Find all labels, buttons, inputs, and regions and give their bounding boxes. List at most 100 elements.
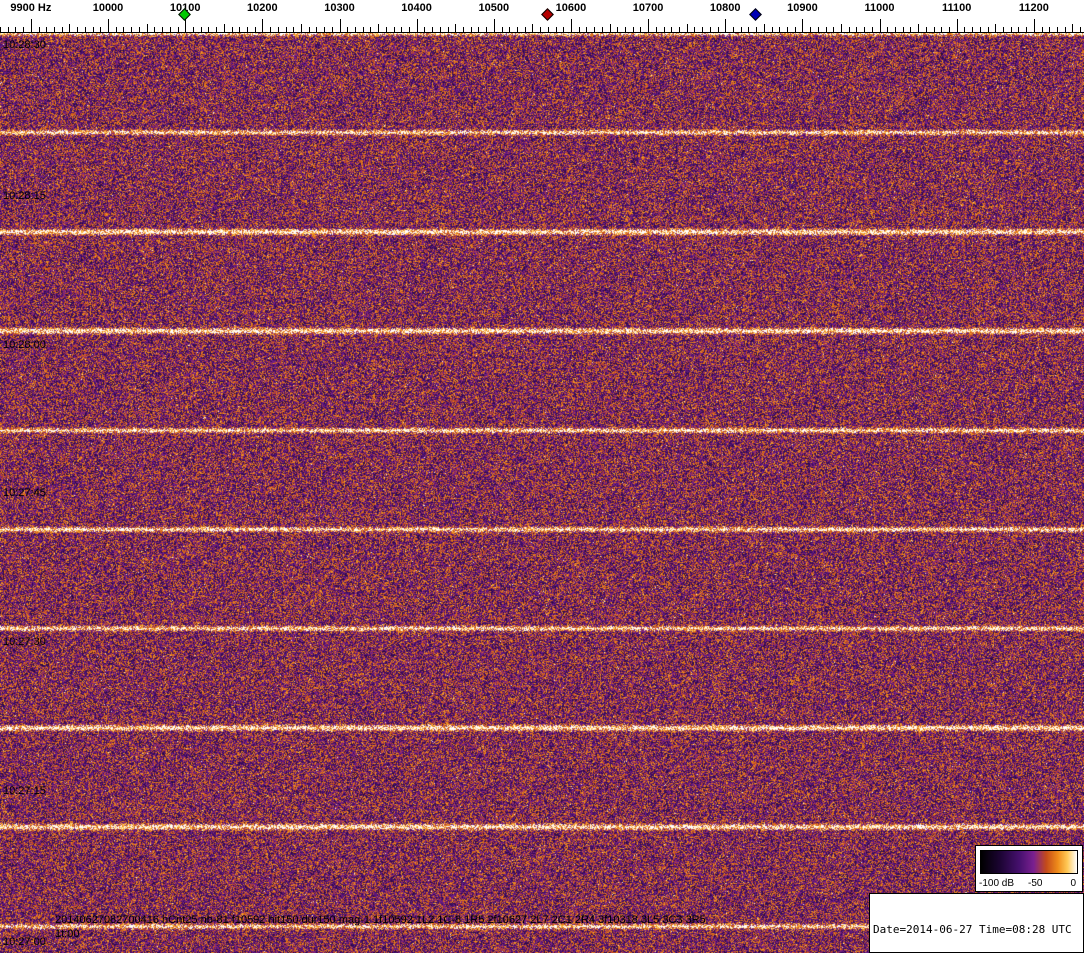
color-scale-legend: -100 dB -50 0 xyxy=(975,845,1083,892)
freq-tick xyxy=(131,27,133,32)
freq-tick xyxy=(779,27,781,32)
freq-tick xyxy=(702,27,704,32)
time-label: 1t:00 xyxy=(55,928,80,940)
freq-tick xyxy=(401,27,403,32)
freq-tick xyxy=(879,19,881,32)
frequency-ruler[interactable]: 9900 Hz100001010010200103001040010500106… xyxy=(0,0,1084,33)
freq-tick xyxy=(570,19,572,32)
freq-tick xyxy=(1010,27,1012,32)
freq-tick xyxy=(617,27,619,32)
freq-tick-label: 10700 xyxy=(632,2,664,14)
freq-tick xyxy=(925,27,927,32)
freq-tick xyxy=(609,24,611,32)
time-label: 10:28:30 xyxy=(3,39,46,51)
blue-freq-marker-icon[interactable] xyxy=(749,8,762,21)
freq-tick-label: 10300 xyxy=(324,2,355,14)
freq-tick xyxy=(810,27,812,32)
freq-tick xyxy=(516,27,518,32)
freq-tick xyxy=(408,27,410,32)
freq-tick-label: 10400 xyxy=(401,2,432,14)
freq-tick-label: 11000 xyxy=(864,2,895,14)
time-label: 10:27:00 xyxy=(3,936,46,948)
freq-tick xyxy=(308,27,310,32)
freq-tick xyxy=(362,27,364,32)
freq-tick xyxy=(108,19,109,32)
freq-tick xyxy=(1072,24,1074,32)
freq-tick xyxy=(825,27,827,32)
legend-label-min: -100 dB xyxy=(979,878,1015,889)
freq-tick xyxy=(717,27,719,32)
freq-tick xyxy=(416,19,418,32)
freq-tick xyxy=(725,19,727,32)
freq-tick xyxy=(624,27,626,32)
freq-tick xyxy=(601,27,603,32)
freq-tick xyxy=(223,24,225,32)
freq-tick xyxy=(192,27,194,32)
freq-tick xyxy=(486,27,488,32)
freq-tick xyxy=(270,27,271,32)
freq-tick xyxy=(0,27,1,32)
freq-tick-label: 10800 xyxy=(709,2,741,14)
freq-tick xyxy=(748,27,750,32)
freq-tick xyxy=(77,27,79,32)
freq-tick xyxy=(640,27,642,32)
freq-tick xyxy=(987,27,989,32)
red-freq-marker-icon[interactable] xyxy=(540,8,554,21)
freq-tick xyxy=(972,27,974,32)
time-label: 10:27:30 xyxy=(3,636,46,648)
freq-tick xyxy=(956,19,958,32)
freq-tick xyxy=(146,24,148,32)
freq-tick xyxy=(54,27,55,32)
freq-tick xyxy=(385,27,387,32)
freq-tick-label: 10000 xyxy=(92,2,124,14)
freq-tick xyxy=(200,27,202,32)
freq-tick xyxy=(756,27,758,32)
freq-tick xyxy=(918,24,920,32)
freq-tick xyxy=(30,19,32,32)
freq-tick xyxy=(771,27,773,32)
freq-tick xyxy=(439,27,441,32)
freq-tick xyxy=(871,27,873,32)
freq-tick xyxy=(995,24,997,32)
freq-tick xyxy=(100,27,102,32)
freq-tick xyxy=(354,27,356,32)
freq-tick xyxy=(763,24,765,32)
freq-tick xyxy=(686,24,688,32)
time-label: 10:27:15 xyxy=(3,785,46,797)
freq-tick xyxy=(393,27,395,32)
freq-tick xyxy=(563,27,565,32)
freq-tick xyxy=(462,27,464,32)
freq-tick xyxy=(324,27,325,32)
freq-tick xyxy=(910,27,912,32)
freq-tick xyxy=(594,27,596,32)
freq-tick xyxy=(841,24,842,32)
freq-tick xyxy=(92,27,94,32)
freq-tick xyxy=(817,27,819,32)
freq-tick xyxy=(177,27,179,32)
freq-tick xyxy=(254,27,256,32)
freq-tick xyxy=(895,27,896,32)
freq-tick xyxy=(547,27,549,32)
freq-tick xyxy=(447,27,449,32)
freq-tick xyxy=(339,19,341,32)
freq-tick xyxy=(84,27,86,32)
freq-tick xyxy=(709,27,711,32)
freq-tick xyxy=(185,19,187,32)
spectrogram-display: 9900 Hz100001010010200103001040010500106… xyxy=(0,0,1084,953)
freq-tick xyxy=(648,19,650,32)
freq-tick xyxy=(277,27,279,32)
freq-tick xyxy=(578,27,580,32)
freq-tick xyxy=(787,27,788,32)
annotation-text: 20140627082700416 hCnt25 nb-81 f10592 hi… xyxy=(55,914,706,926)
freq-tick xyxy=(802,19,804,32)
freq-tick xyxy=(1003,27,1004,32)
freq-tick xyxy=(262,19,264,32)
freq-tick xyxy=(655,27,657,32)
freq-tick xyxy=(378,24,379,32)
freq-tick xyxy=(231,27,233,32)
spectrogram-canvas[interactable] xyxy=(0,33,1084,953)
freq-tick xyxy=(501,27,503,32)
freq-tick-label: 11200 xyxy=(1018,2,1049,14)
freq-tick xyxy=(123,27,125,32)
freq-tick xyxy=(300,24,302,32)
